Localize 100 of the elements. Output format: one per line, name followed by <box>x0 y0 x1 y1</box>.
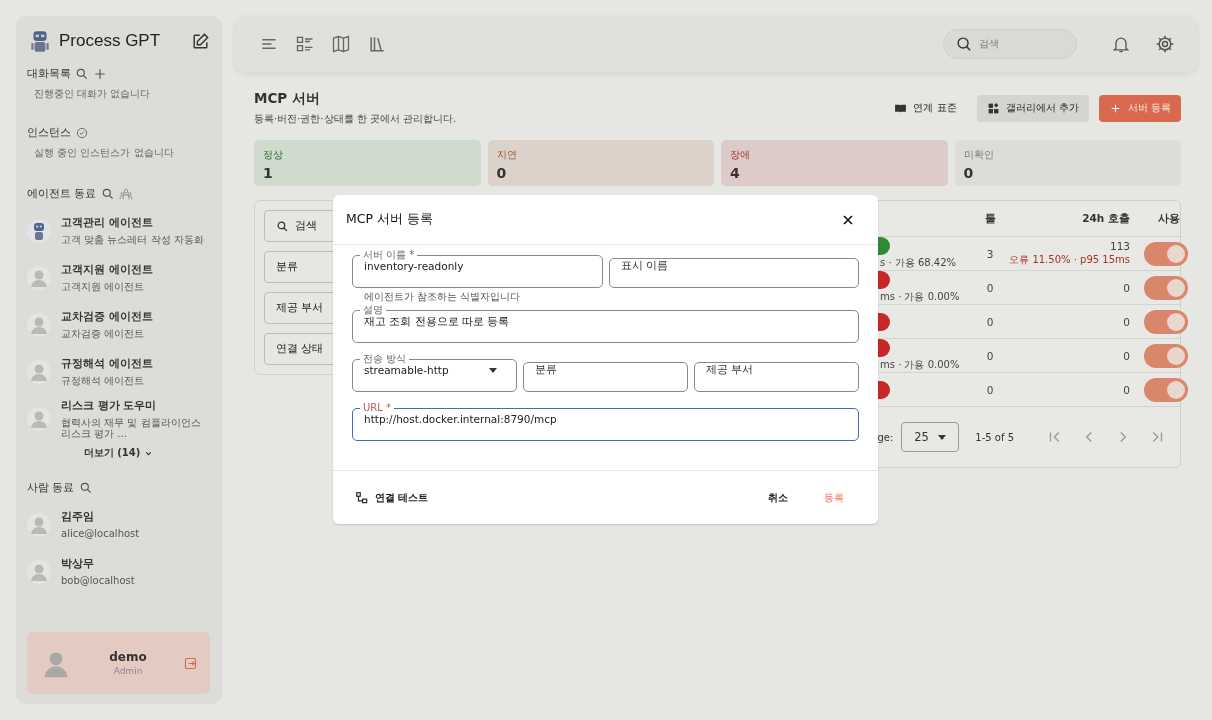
table-cell: 113 <box>1109 240 1130 252</box>
input-field[interactable]: 표시 이름 <box>608 258 859 288</box>
edit-icon[interactable] <box>191 31 210 51</box>
latency-text: ms · 가용 0.00% <box>880 290 960 304</box>
section-title: 사람 동료 <box>27 480 75 495</box>
error-rate-text: 오류 11.50% · p95 15ms <box>1009 253 1130 267</box>
column-header: 24h 호출 <box>1081 211 1130 226</box>
person-email: bob@localhost <box>61 575 135 586</box>
table-cell-text: 0 <box>985 281 995 294</box>
user-name: demo <box>109 650 147 664</box>
agent-description: 고객지원 에이전트 <box>61 281 146 292</box>
caret-icon <box>489 367 497 373</box>
widgets-icon <box>986 101 1000 115</box>
table-cell-text: 0 <box>985 349 995 362</box>
user-role: Admin <box>113 666 143 676</box>
enable-switch[interactable] <box>1144 309 1188 334</box>
latency-text: s · 가용 68.42% <box>880 256 957 270</box>
input-field[interactable]: 서버 이름 * inventory-readonly <box>352 250 603 288</box>
agent-description: 고객 맞춤 뉴스레터 작성 자동화 <box>61 234 204 245</box>
page-subtitle: 등록·버전·권한·상태를 한 곳에서 관리합니다. <box>254 112 458 126</box>
check-circle-icon[interactable] <box>75 125 89 140</box>
status-label: 미확인 <box>963 148 995 162</box>
empty-message: 진행중인 대화가 없습니다 <box>33 87 152 101</box>
person-item[interactable]: 김주임 alice@localhost <box>27 501 210 548</box>
gallery-button[interactable]: 갤러리에서 추가 <box>976 94 1089 122</box>
agent-name: 고객지원 에이전트 <box>61 263 153 277</box>
robot-avatar-icon <box>27 218 51 243</box>
table-cell: 0 <box>1123 383 1130 396</box>
search-icon <box>956 35 973 53</box>
search-icon[interactable] <box>75 66 89 81</box>
empty-message: 실행 중인 인스턴스가 없습니다 <box>33 146 175 160</box>
search-icon <box>276 219 289 233</box>
search-icon[interactable] <box>78 480 93 495</box>
person-name: 박상무 <box>61 557 95 571</box>
column-header: 툴 <box>983 211 997 226</box>
network-icon <box>355 490 369 505</box>
standards-button[interactable]: 연계 표준 <box>884 94 967 122</box>
input-field[interactable]: 제공 부서 <box>694 362 859 392</box>
avatar-icon <box>27 559 51 584</box>
person-name: 김주임 <box>61 510 95 524</box>
table-cell: 0 <box>1123 281 1130 294</box>
table-cell-text: 0 <box>985 383 995 396</box>
table-cell-text: 0 <box>985 315 995 328</box>
status-label: 정상 <box>263 148 284 162</box>
search-icon[interactable] <box>100 186 115 201</box>
library-icon[interactable] <box>367 34 387 54</box>
agent-name: 규정해석 에이전트 <box>61 357 153 371</box>
input-field[interactable]: 설명 재고 조회 전용으로 따로 등록 <box>352 305 859 343</box>
section-title: 인스턴스 <box>27 125 71 140</box>
page-range: 1-5 of 5 <box>975 431 1014 443</box>
status-label: 지연 <box>496 148 518 162</box>
rows-per-page-select[interactable]: 25 <box>901 422 960 452</box>
caret-icon <box>938 434 947 440</box>
status-count: 0 <box>496 165 508 181</box>
list-icon[interactable] <box>295 34 315 54</box>
avatar-icon <box>27 406 51 431</box>
map-icon[interactable] <box>331 34 351 54</box>
agent-item[interactable]: 규정해석 에이전트 규정해석 에이전트 <box>27 348 210 395</box>
agent-name: 교차검증 에이전트 <box>61 310 153 324</box>
agent-item[interactable]: 교차검증 에이전트 교차검증 에이전트 <box>27 301 210 348</box>
column-header: 사용 <box>1157 211 1180 226</box>
section-title: 에이전트 동료 <box>27 186 97 201</box>
agent-item[interactable]: 리스크 평가 도우미 협력사의 재무 및 컴플라이언스 리스크 평가 ... <box>27 395 210 442</box>
table-cell: 0 <box>1123 349 1130 362</box>
avatar-icon <box>27 359 51 384</box>
cancel-button[interactable]: 취소 <box>754 484 802 511</box>
page-title: MCP 서버 <box>254 90 321 108</box>
input-field[interactable]: URL * http://host.docker.internal:8790/mcp <box>352 403 859 441</box>
settings-icon[interactable] <box>1155 34 1175 54</box>
agent-description: 협력사의 재무 및 컴플라이언스 리스크 평가 ... <box>61 416 202 439</box>
select-field[interactable]: 전송 방식 streamable-http <box>352 354 517 392</box>
person-email: alice@localhost <box>61 528 140 539</box>
status-count: 4 <box>730 165 741 181</box>
enable-switch[interactable] <box>1144 343 1188 368</box>
agent-description: 교차검증 에이전트 <box>61 328 146 339</box>
show-more-button[interactable]: 더보기 (14) <box>83 446 154 460</box>
connection-test-button[interactable]: 연결 테스트 <box>353 484 443 511</box>
agent-item[interactable]: 고객관리 에이전트 고객 맞춤 뉴스레터 작성 자동화 <box>27 207 210 254</box>
status-count: 0 <box>963 165 975 181</box>
status-label: 장애 <box>730 148 751 162</box>
latency-text: ms · 가용 0.00% <box>880 358 960 372</box>
rows-per-page-label: ge: <box>877 431 894 443</box>
avatar-icon <box>27 312 51 337</box>
app-name: Process GPT <box>59 31 162 51</box>
field-hint: 에이전트가 참조하는 식별자입니다 <box>363 290 522 304</box>
add-icon[interactable] <box>93 66 107 81</box>
input-field[interactable]: 분류 <box>523 362 688 392</box>
enable-switch[interactable] <box>1144 377 1188 402</box>
agent-description: 규정해석 에이전트 <box>61 375 146 386</box>
agent-name: 고객관리 에이전트 <box>61 216 154 230</box>
dialog-title: MCP 서버 등록 <box>346 211 433 228</box>
enable-switch[interactable] <box>1144 241 1188 266</box>
agent-item[interactable]: 고객지원 에이전트 고객지원 에이전트 <box>27 254 210 301</box>
table-cell: 0 <box>1123 315 1130 328</box>
enable-switch[interactable] <box>1144 275 1188 300</box>
logout-icon[interactable] <box>183 655 198 671</box>
agent-name: 리스크 평가 도우미 <box>61 398 158 413</box>
avatar-icon <box>27 265 51 290</box>
status-count: 1 <box>263 165 274 181</box>
person-item[interactable]: 박상무 bob@localhost <box>27 548 210 595</box>
